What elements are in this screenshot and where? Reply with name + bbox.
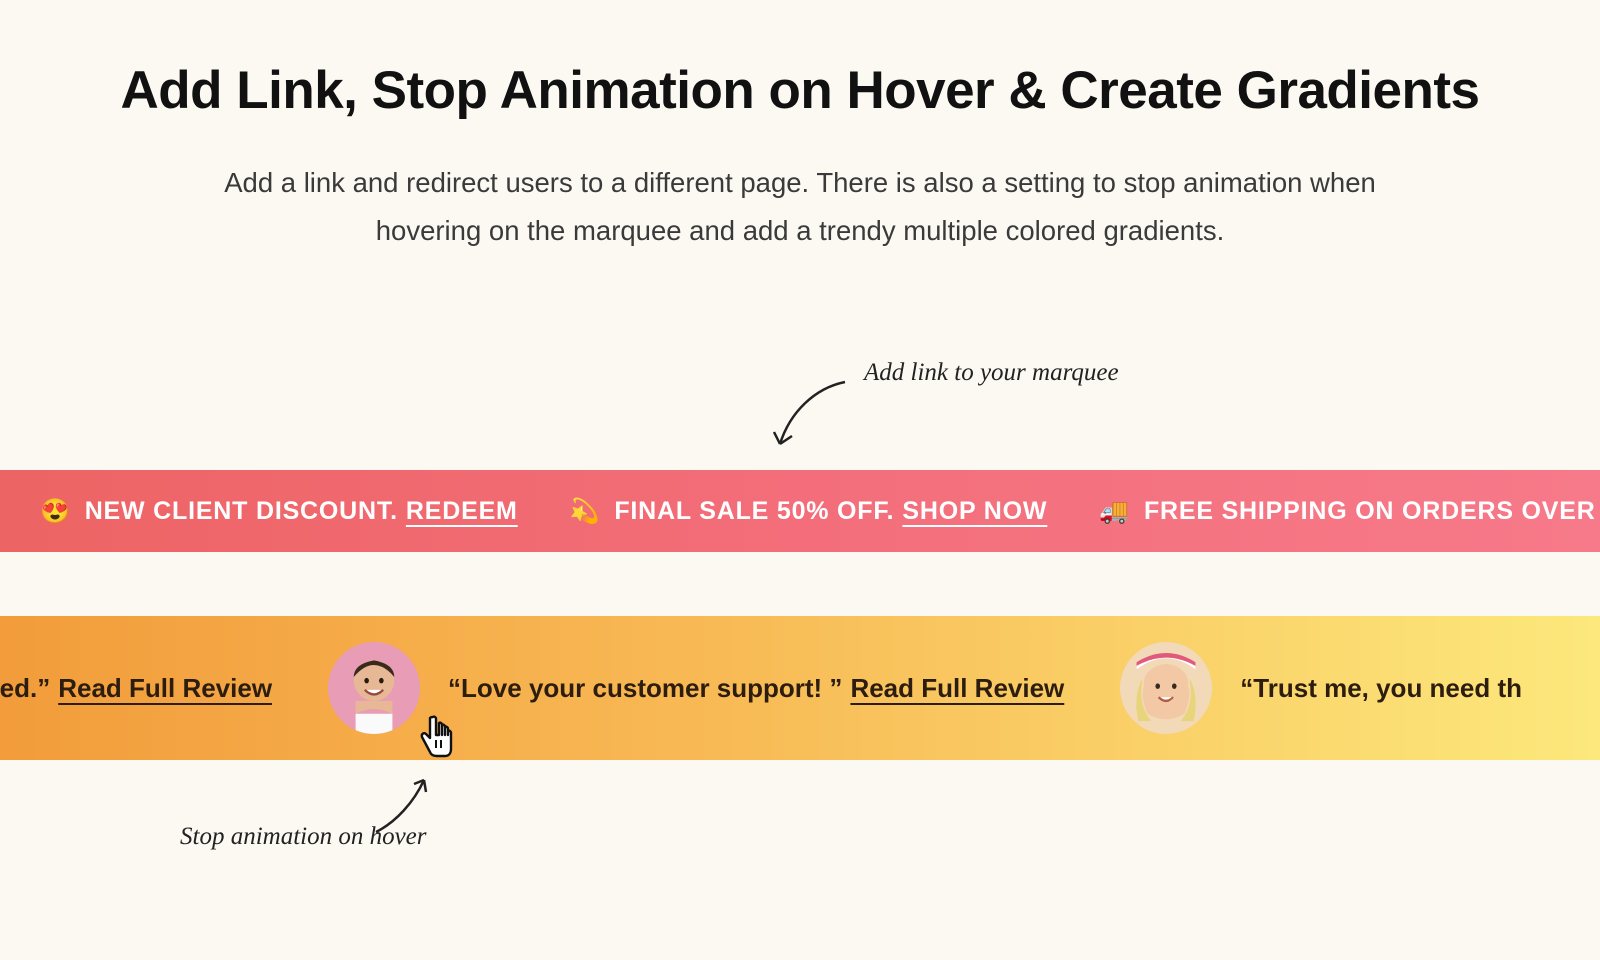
arrow-top-icon: [770, 376, 860, 461]
review-item[interactable]: “Love your customer support! ” Read Full…: [328, 642, 1064, 734]
page-subheading: Add a link and redirect users to a diffe…: [200, 159, 1400, 255]
avatar: [328, 642, 420, 734]
truck-emoji-icon: 🚚: [1099, 497, 1130, 526]
redeem-link[interactable]: REDEEM: [406, 497, 518, 526]
review-quote: “Trust me, you need th: [1240, 673, 1522, 704]
sparkle-emoji-icon: 💫: [570, 497, 601, 526]
marquee-text: FINAL SALE 50% OFF.: [614, 497, 894, 526]
marquee-item[interactable]: 🚚 FREE SHIPPING ON ORDERS OVER $30. LEAR…: [1099, 497, 1600, 526]
review-quote: “Love your customer support! ”: [448, 673, 842, 704]
shop-now-link[interactable]: SHOP NOW: [902, 497, 1047, 526]
marquee-item[interactable]: 😍 NEW CLIENT DISCOUNT. REDEEM: [40, 497, 518, 526]
read-full-review-link[interactable]: Read Full Review: [58, 673, 272, 704]
annotation-stop-hover: Stop animation on hover: [180, 820, 440, 854]
review-item[interactable]: ral deodorant I've ever tried.” Read Ful…: [0, 673, 272, 704]
heart-eyes-emoji-icon: 😍: [40, 497, 71, 526]
marquee-links[interactable]: 😍 NEW CLIENT DISCOUNT. REDEEM 💫 FINAL SA…: [0, 470, 1600, 552]
marquee-item[interactable]: 💫 FINAL SALE 50% OFF. SHOP NOW: [570, 497, 1048, 526]
review-item[interactable]: “Trust me, you need th: [1120, 642, 1522, 734]
marquee-text: FREE SHIPPING ON ORDERS OVER $30.: [1144, 497, 1600, 526]
marquee-text: NEW CLIENT DISCOUNT.: [85, 497, 398, 526]
read-full-review-link[interactable]: Read Full Review: [850, 673, 1064, 704]
page-heading: Add Link, Stop Animation on Hover & Crea…: [0, 60, 1600, 121]
annotation-add-link: Add link to your marquee: [864, 356, 1164, 390]
avatar: [1120, 642, 1212, 734]
review-quote: ral deodorant I've ever tried.”: [0, 673, 50, 704]
marquee-reviews[interactable]: ral deodorant I've ever tried.” Read Ful…: [0, 616, 1600, 760]
